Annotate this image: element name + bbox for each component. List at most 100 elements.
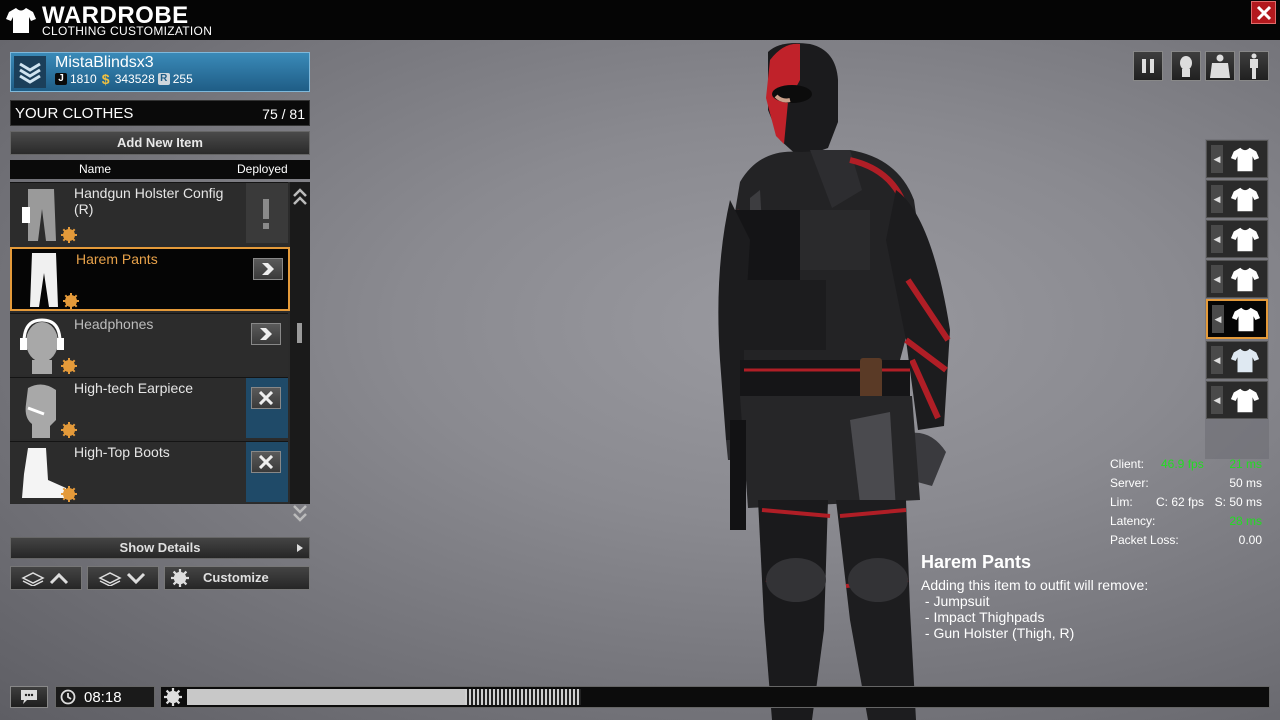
deployed-cell bbox=[246, 378, 288, 438]
reward-value: 255 bbox=[172, 72, 193, 86]
clothes-count: 75 / 81 bbox=[262, 106, 305, 122]
deploy-button[interactable] bbox=[251, 323, 281, 345]
reward-icon: R bbox=[157, 73, 170, 85]
customize-button[interactable]: Customize bbox=[164, 566, 310, 590]
gear-icon[interactable] bbox=[164, 688, 182, 706]
slot-arrow-icon[interactable]: ◀ bbox=[1211, 185, 1223, 213]
arrow-right-icon bbox=[260, 328, 272, 340]
chat-button[interactable] bbox=[10, 686, 48, 708]
layers-up-icon bbox=[21, 572, 69, 586]
slot-arrow-icon[interactable]: ◀ bbox=[1211, 386, 1223, 414]
item-name: Harem Pants bbox=[76, 251, 158, 267]
move-up-button[interactable] bbox=[10, 566, 82, 590]
full-body-view-icon bbox=[1250, 53, 1258, 79]
show-details-label: Show Details bbox=[119, 540, 201, 555]
gear-icon bbox=[61, 422, 77, 438]
performance-stats: Client: 46.9 fps 21 ms Server: 50 ms Lim… bbox=[1106, 455, 1266, 550]
close-button[interactable] bbox=[1251, 1, 1276, 24]
slot-arrow-icon[interactable]: ◀ bbox=[1211, 145, 1223, 173]
outfit-slot-4[interactable]: ◀ bbox=[1206, 260, 1268, 298]
shirt-icon bbox=[1230, 187, 1260, 212]
joule-value: 1810 bbox=[70, 72, 97, 86]
list-item[interactable]: Handgun Holster Config (R) bbox=[10, 182, 288, 244]
list-scrollbar[interactable] bbox=[290, 182, 310, 522]
list-column-header: Name Deployed bbox=[10, 160, 310, 179]
deploy-button[interactable] bbox=[253, 258, 283, 280]
view-full-body-button[interactable] bbox=[1239, 51, 1269, 81]
stat-packet-loss: Packet Loss: 0.00 bbox=[1110, 533, 1262, 547]
outfit-slot-5-selected[interactable]: ◀ bbox=[1206, 299, 1268, 339]
outfit-slot-7[interactable]: ◀ bbox=[1206, 381, 1268, 419]
item-name: Handgun Holster Config (R) bbox=[74, 185, 224, 217]
rank-emblem-icon bbox=[14, 56, 46, 88]
bottom-bar: 08:18 bbox=[0, 683, 1280, 711]
gear-icon bbox=[61, 486, 77, 502]
column-deployed[interactable]: Deployed bbox=[237, 162, 288, 176]
arrow-right-icon bbox=[262, 263, 274, 275]
gear-icon bbox=[63, 293, 79, 309]
remove-button[interactable] bbox=[251, 387, 281, 409]
joule-icon: J bbox=[55, 73, 67, 85]
game-clock: 08:18 bbox=[55, 686, 155, 708]
move-down-button[interactable] bbox=[87, 566, 159, 590]
deployed-cell bbox=[246, 314, 288, 374]
clock-time: 08:18 bbox=[84, 689, 122, 706]
list-item[interactable]: High-Top Boots bbox=[10, 441, 288, 503]
slot-arrow-icon[interactable]: ◀ bbox=[1211, 225, 1223, 253]
clothes-title: YOUR CLOTHES bbox=[15, 105, 134, 122]
shirt-icon bbox=[1230, 267, 1260, 292]
remove-x-icon bbox=[259, 391, 273, 405]
list-item[interactable]: High-tech Earpiece bbox=[10, 377, 288, 439]
stat-latency: Latency: 28 ms bbox=[1110, 514, 1262, 528]
view-head-button[interactable] bbox=[1171, 51, 1201, 81]
cash-icon: $ bbox=[101, 71, 110, 87]
clothes-list: Handgun Holster Config (R) Harem Pants H… bbox=[10, 182, 310, 522]
warning-icon bbox=[263, 199, 269, 229]
tooltip-line: - Gun Holster (Thigh, R) bbox=[921, 625, 1075, 641]
outfit-slot-3[interactable]: ◀ bbox=[1206, 220, 1268, 258]
timeline-ticks bbox=[465, 689, 581, 705]
outfit-slot-6[interactable]: ◀ bbox=[1206, 341, 1268, 379]
scroll-up-icon[interactable] bbox=[292, 186, 308, 206]
player-currencies: J 1810 $ 343528 R 255 bbox=[55, 72, 193, 86]
list-item[interactable]: Headphones bbox=[10, 313, 288, 375]
scroll-thumb[interactable] bbox=[297, 323, 302, 343]
close-icon bbox=[1256, 5, 1271, 20]
cash-value: 343528 bbox=[114, 72, 155, 86]
stat-limit: Lim: C: 62 fps S: 50 ms bbox=[1110, 495, 1262, 509]
timeline-fill bbox=[187, 689, 465, 705]
column-name[interactable]: Name bbox=[79, 162, 111, 176]
chevron-right-icon bbox=[297, 544, 303, 552]
add-new-item-button[interactable]: Add New Item bbox=[10, 131, 310, 155]
torso-view-icon bbox=[1210, 54, 1230, 78]
client-fps: 46.9 fps bbox=[1161, 457, 1204, 471]
gear-icon bbox=[61, 358, 77, 374]
outfit-slot-1[interactable]: ◀ bbox=[1206, 140, 1268, 178]
clock-icon bbox=[60, 689, 76, 705]
timeline-bar[interactable] bbox=[160, 686, 1270, 708]
tooltip-line: - Jumpsuit bbox=[921, 593, 990, 609]
shirt-icon bbox=[1230, 227, 1260, 252]
gear-icon bbox=[171, 569, 189, 587]
view-torso-button[interactable] bbox=[1205, 51, 1235, 81]
deployed-cell bbox=[246, 442, 288, 502]
item-name: Headphones bbox=[74, 316, 154, 332]
scroll-down-icon[interactable] bbox=[292, 502, 308, 526]
deployed-cell bbox=[248, 249, 290, 309]
list-item-selected[interactable]: Harem Pants bbox=[10, 247, 290, 311]
remove-button[interactable] bbox=[251, 451, 281, 473]
chat-bubble-icon bbox=[21, 690, 37, 704]
show-details-button[interactable]: Show Details bbox=[10, 537, 310, 559]
remove-x-icon bbox=[259, 455, 273, 469]
deployed-cell bbox=[246, 183, 288, 243]
outfit-slots: ◀ ◀ ◀ ◀ ◀ ◀ ◀ bbox=[1205, 139, 1269, 459]
outfit-slot-2[interactable]: ◀ bbox=[1206, 180, 1268, 218]
shirt-icon bbox=[1230, 388, 1260, 413]
slot-arrow-icon[interactable]: ◀ bbox=[1212, 305, 1224, 333]
tooltip-intro: Adding this item to outfit will remove: bbox=[921, 577, 1149, 593]
slot-arrow-icon[interactable]: ◀ bbox=[1211, 265, 1223, 293]
player-profile: MistaBlindsx3 J 1810 $ 343528 R 255 bbox=[10, 52, 310, 92]
tooltip-line: - Impact Thighpads bbox=[921, 609, 1045, 625]
pause-button[interactable] bbox=[1133, 51, 1163, 81]
slot-arrow-icon[interactable]: ◀ bbox=[1211, 346, 1223, 374]
